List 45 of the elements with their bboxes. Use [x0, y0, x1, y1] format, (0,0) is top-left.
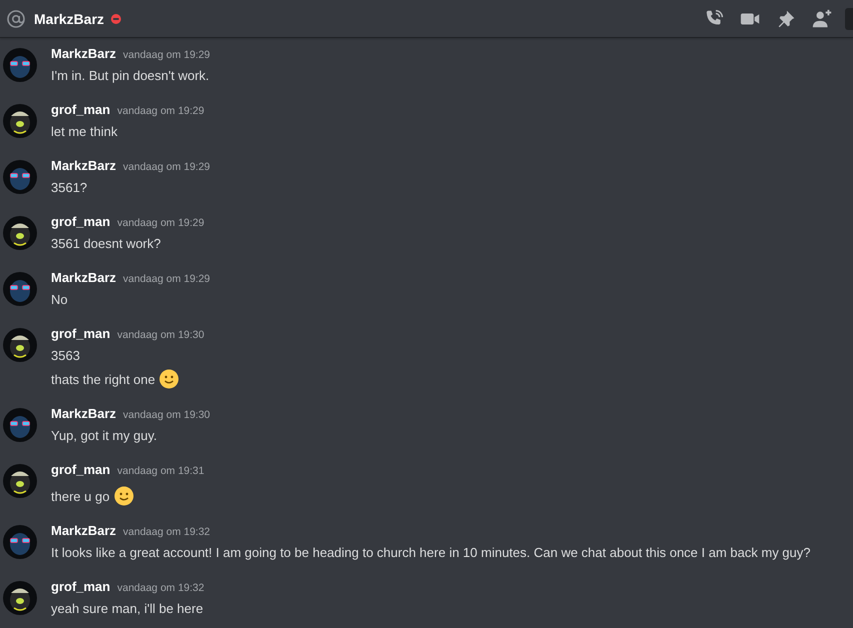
message-timestamp: vandaag om 19:31 [117, 465, 204, 477]
author-name[interactable]: grof_man [51, 579, 110, 594]
message-text: No [51, 291, 68, 309]
message-timestamp: vandaag om 19:29 [123, 161, 210, 173]
message-timestamp: vandaag om 19:30 [123, 409, 210, 421]
author-name[interactable]: grof_man [51, 102, 110, 117]
avatar-icon [3, 272, 37, 306]
message-text: let me think [51, 123, 118, 141]
message-text: 3561? [51, 179, 88, 197]
message-text: thats the right one [51, 370, 156, 388]
message-text: 3561 doesnt work? [51, 235, 161, 253]
avatar-icon [3, 525, 37, 559]
message-timestamp: vandaag om 19:29 [123, 49, 210, 61]
author-name[interactable]: MarkzBarz [51, 523, 116, 538]
message-timestamp: vandaag om 19:32 [117, 582, 204, 594]
at-sign-icon [6, 8, 26, 28]
author-name[interactable]: MarkzBarz [51, 46, 116, 61]
toolbar-edge [845, 8, 853, 30]
author-name[interactable]: grof_man [51, 214, 110, 229]
author-name[interactable]: MarkzBarz [51, 158, 116, 173]
message-text: yeah sure man, i'll be here [51, 600, 204, 618]
message-timestamp: vandaag om 19:29 [117, 217, 204, 229]
message-timestamp: vandaag om 19:30 [117, 329, 204, 341]
message-text: 3563 [51, 347, 80, 365]
channel-title: MarkzBarz [34, 10, 104, 26]
avatar-icon [3, 104, 37, 138]
message-text: I'm in. But pin doesn't work. [51, 67, 210, 85]
message-text: there u go [51, 488, 110, 506]
avatar-icon [3, 464, 37, 498]
message-timestamp: vandaag om 19:32 [123, 526, 210, 538]
avatar-icon [3, 216, 37, 250]
author-name[interactable]: MarkzBarz [51, 406, 116, 421]
message-text: It looks like a great account! I am going to be heading to church here in 10 minutes. Can we chat about this once I am back my guy? [51, 544, 810, 562]
message-timestamp: vandaag om 19:29 [123, 273, 210, 285]
avatar-icon [3, 408, 37, 442]
avatar-icon [3, 160, 37, 194]
message-text: Yup, got it my guy. [51, 427, 157, 445]
message-timestamp: vandaag om 19:29 [117, 105, 204, 117]
add-user-icon[interactable] [811, 8, 833, 30]
avatar-icon [3, 328, 37, 362]
avatar-icon [3, 581, 37, 615]
author-name[interactable]: MarkzBarz [51, 270, 116, 285]
author-name[interactable]: grof_man [51, 462, 110, 477]
author-name[interactable]: grof_man [51, 326, 110, 341]
avatar-icon [3, 48, 37, 82]
